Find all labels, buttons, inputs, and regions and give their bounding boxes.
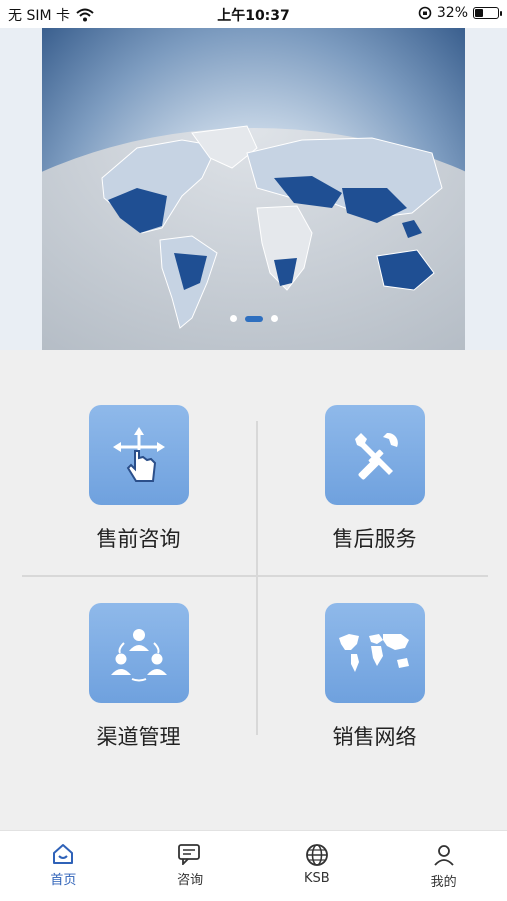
- tab-mine-label: 我的: [430, 875, 457, 890]
- carousel-indicator[interactable]: [0, 315, 507, 322]
- grid-divider-horizontal: [22, 575, 488, 577]
- sales-network-label: 销售网络: [332, 725, 417, 749]
- user-icon: [433, 845, 454, 866]
- world-map-icon: [338, 634, 409, 672]
- battery-icon: [473, 7, 502, 19]
- home-icon: [53, 844, 74, 864]
- touch-move-icon: [112, 427, 165, 482]
- channel-tile: [88, 603, 189, 703]
- tab-mine[interactable]: 我的: [380, 831, 507, 901]
- tab-home-label: 首页: [50, 873, 77, 888]
- chat-icon: [178, 844, 201, 865]
- sales-network-tile: [324, 603, 425, 703]
- aftersales-tile: [324, 405, 425, 505]
- carousel-dot-active[interactable]: [244, 315, 263, 322]
- wrench-screwdriver-icon: [354, 432, 398, 480]
- status-bar: 无 SIM 卡 上午10:37 32%: [0, 0, 507, 28]
- people-network-icon: [110, 629, 167, 682]
- aftersales-label: 售后服务: [332, 527, 417, 551]
- banner-image: [0, 28, 507, 350]
- tab-home[interactable]: 首页: [0, 831, 127, 901]
- tab-consult-label: 咨询: [177, 873, 204, 888]
- carousel-dot[interactable]: [270, 315, 278, 322]
- banner-carousel[interactable]: [0, 28, 507, 350]
- tab-ksb[interactable]: KSB: [254, 831, 381, 901]
- world-globe-illustration: [0, 125, 507, 350]
- orientation-lock-icon: [418, 6, 432, 20]
- presales-tile: [88, 405, 189, 505]
- battery-percent: 32%: [436, 5, 468, 21]
- battery-group: 32%: [418, 5, 502, 21]
- channel-label: 渠道管理: [96, 725, 181, 749]
- menu-item-aftersales[interactable]: 售后服务: [258, 405, 491, 575]
- carousel-dot[interactable]: [229, 315, 237, 322]
- tab-ksb-label: KSB: [304, 871, 330, 886]
- menu-item-channel[interactable]: 渠道管理: [22, 603, 255, 773]
- menu-item-presales[interactable]: 售前咨询: [22, 405, 255, 575]
- tab-consult[interactable]: 咨询: [127, 831, 254, 901]
- menu-grid: 售前咨询 售后服务 渠道管理 销售网络: [22, 405, 491, 749]
- presales-label: 售前咨询: [96, 527, 181, 551]
- menu-item-sales-network[interactable]: 销售网络: [258, 603, 491, 773]
- tab-bar: 首页 咨询 KSB 我的: [0, 830, 507, 901]
- globe-icon: [305, 844, 328, 866]
